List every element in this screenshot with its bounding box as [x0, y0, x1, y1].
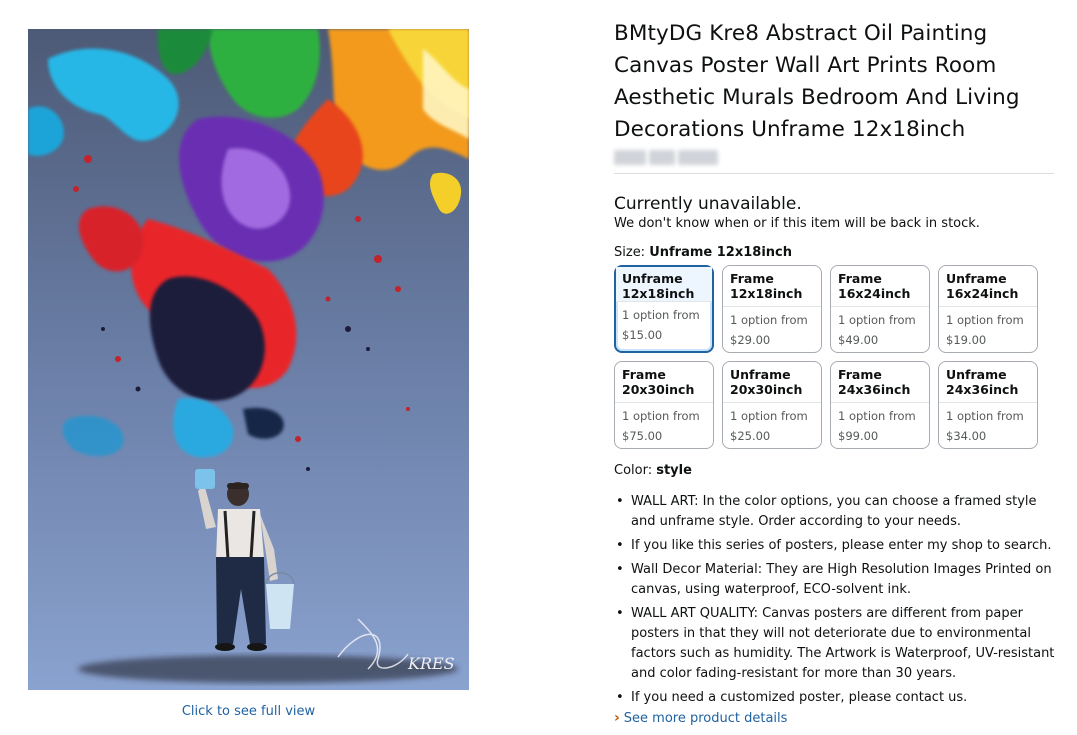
- swatch-name: Unframe 20x30inch: [730, 367, 803, 397]
- divider: [614, 173, 1054, 174]
- swatch-option-text: 1 option from: [730, 313, 808, 327]
- size-swatch-unframe-24x36[interactable]: Unframe 24x36inch 1 option from $34.00: [938, 361, 1038, 449]
- swatch-name: Frame 16x24inch: [838, 271, 911, 301]
- color-label: Color: style: [614, 463, 1056, 478]
- size-selected-value: Unframe 12x18inch: [649, 245, 792, 260]
- swatch-name: Unframe 12x18inch: [616, 267, 712, 301]
- size-label-text: Size:: [614, 245, 646, 260]
- swatch-price: $49.00: [838, 333, 879, 347]
- swatch-price: $19.00: [946, 333, 987, 347]
- color-label-text: Color:: [614, 463, 653, 478]
- see-more-details-link[interactable]: › See more product details: [614, 710, 1056, 726]
- swatch-name: Unframe 16x24inch: [946, 271, 1019, 301]
- brand-link-redacted[interactable]: [614, 150, 1056, 167]
- swatch-option-text: 1 option from: [622, 409, 700, 423]
- size-swatch-frame-16x24[interactable]: Frame 16x24inch 1 option from $49.00: [830, 265, 930, 353]
- product-details: BMtyDG Kre8 Abstract Oil Painting Canvas…: [614, 18, 1056, 726]
- feature-bullet: If you like this series of posters, plea…: [616, 536, 1056, 556]
- signature: KRES: [407, 654, 455, 673]
- full-view-link[interactable]: Click to see full view: [28, 704, 469, 719]
- swatch-price: $15.00: [622, 328, 663, 342]
- swatch-option-text: 1 option from: [622, 308, 700, 322]
- swatch-price: $29.00: [730, 333, 771, 347]
- abstract-painting-image: KRES: [28, 29, 469, 690]
- swatch-option-text: 1 option from: [838, 313, 916, 327]
- product-image[interactable]: KRES: [28, 29, 469, 690]
- swatch-price: $34.00: [946, 429, 987, 443]
- swatch-name: Frame 24x36inch: [838, 367, 911, 397]
- swatch-option-text: 1 option from: [946, 313, 1024, 327]
- swatch-option-text: 1 option from: [946, 409, 1024, 423]
- feature-bullet: If you need a customized poster, please …: [616, 688, 1056, 708]
- swatch-price: $25.00: [730, 429, 771, 443]
- swatch-price: $75.00: [622, 429, 663, 443]
- size-swatch-unframe-16x24[interactable]: Unframe 16x24inch 1 option from $19.00: [938, 265, 1038, 353]
- size-swatch-frame-20x30[interactable]: Frame 20x30inch 1 option from $75.00: [614, 361, 714, 449]
- feature-bullet: Wall Decor Material: They are High Resol…: [616, 560, 1056, 600]
- swatch-name: Frame 12x18inch: [730, 271, 803, 301]
- size-swatch-unframe-12x18[interactable]: Unframe 12x18inch 1 option from $15.00: [614, 265, 714, 353]
- size-label: Size: Unframe 12x18inch: [614, 245, 1056, 260]
- feature-bullet: WALL ART QUALITY: Canvas posters are dif…: [616, 604, 1056, 684]
- color-selected-value: style: [656, 463, 692, 478]
- size-swatches: Unframe 12x18inch 1 option from $15.00 Fr…: [614, 265, 1056, 449]
- swatch-name: Unframe 24x36inch: [946, 367, 1019, 397]
- swatch-option-text: 1 option from: [838, 409, 916, 423]
- availability-note: We don't know when or if this item will …: [614, 216, 980, 231]
- size-swatch-unframe-20x30[interactable]: Unframe 20x30inch 1 option from $25.00: [722, 361, 822, 449]
- chevron-right-icon: ›: [614, 710, 620, 726]
- see-more-details-label: See more product details: [623, 710, 788, 726]
- availability-status: Currently unavailable.: [614, 194, 802, 214]
- feature-bullets: WALL ART: In the color options, you can …: [614, 492, 1056, 708]
- size-swatch-frame-24x36[interactable]: Frame 24x36inch 1 option from $99.00: [830, 361, 930, 449]
- product-title: BMtyDG Kre8 Abstract Oil Painting Canvas…: [614, 21, 1020, 142]
- feature-bullet: WALL ART: In the color options, you can …: [616, 492, 1056, 532]
- swatch-option-text: 1 option from: [730, 409, 808, 423]
- swatch-name: Frame 20x30inch: [622, 367, 695, 397]
- swatch-price: $99.00: [838, 429, 879, 443]
- size-swatch-frame-12x18[interactable]: Frame 12x18inch 1 option from $29.00: [722, 265, 822, 353]
